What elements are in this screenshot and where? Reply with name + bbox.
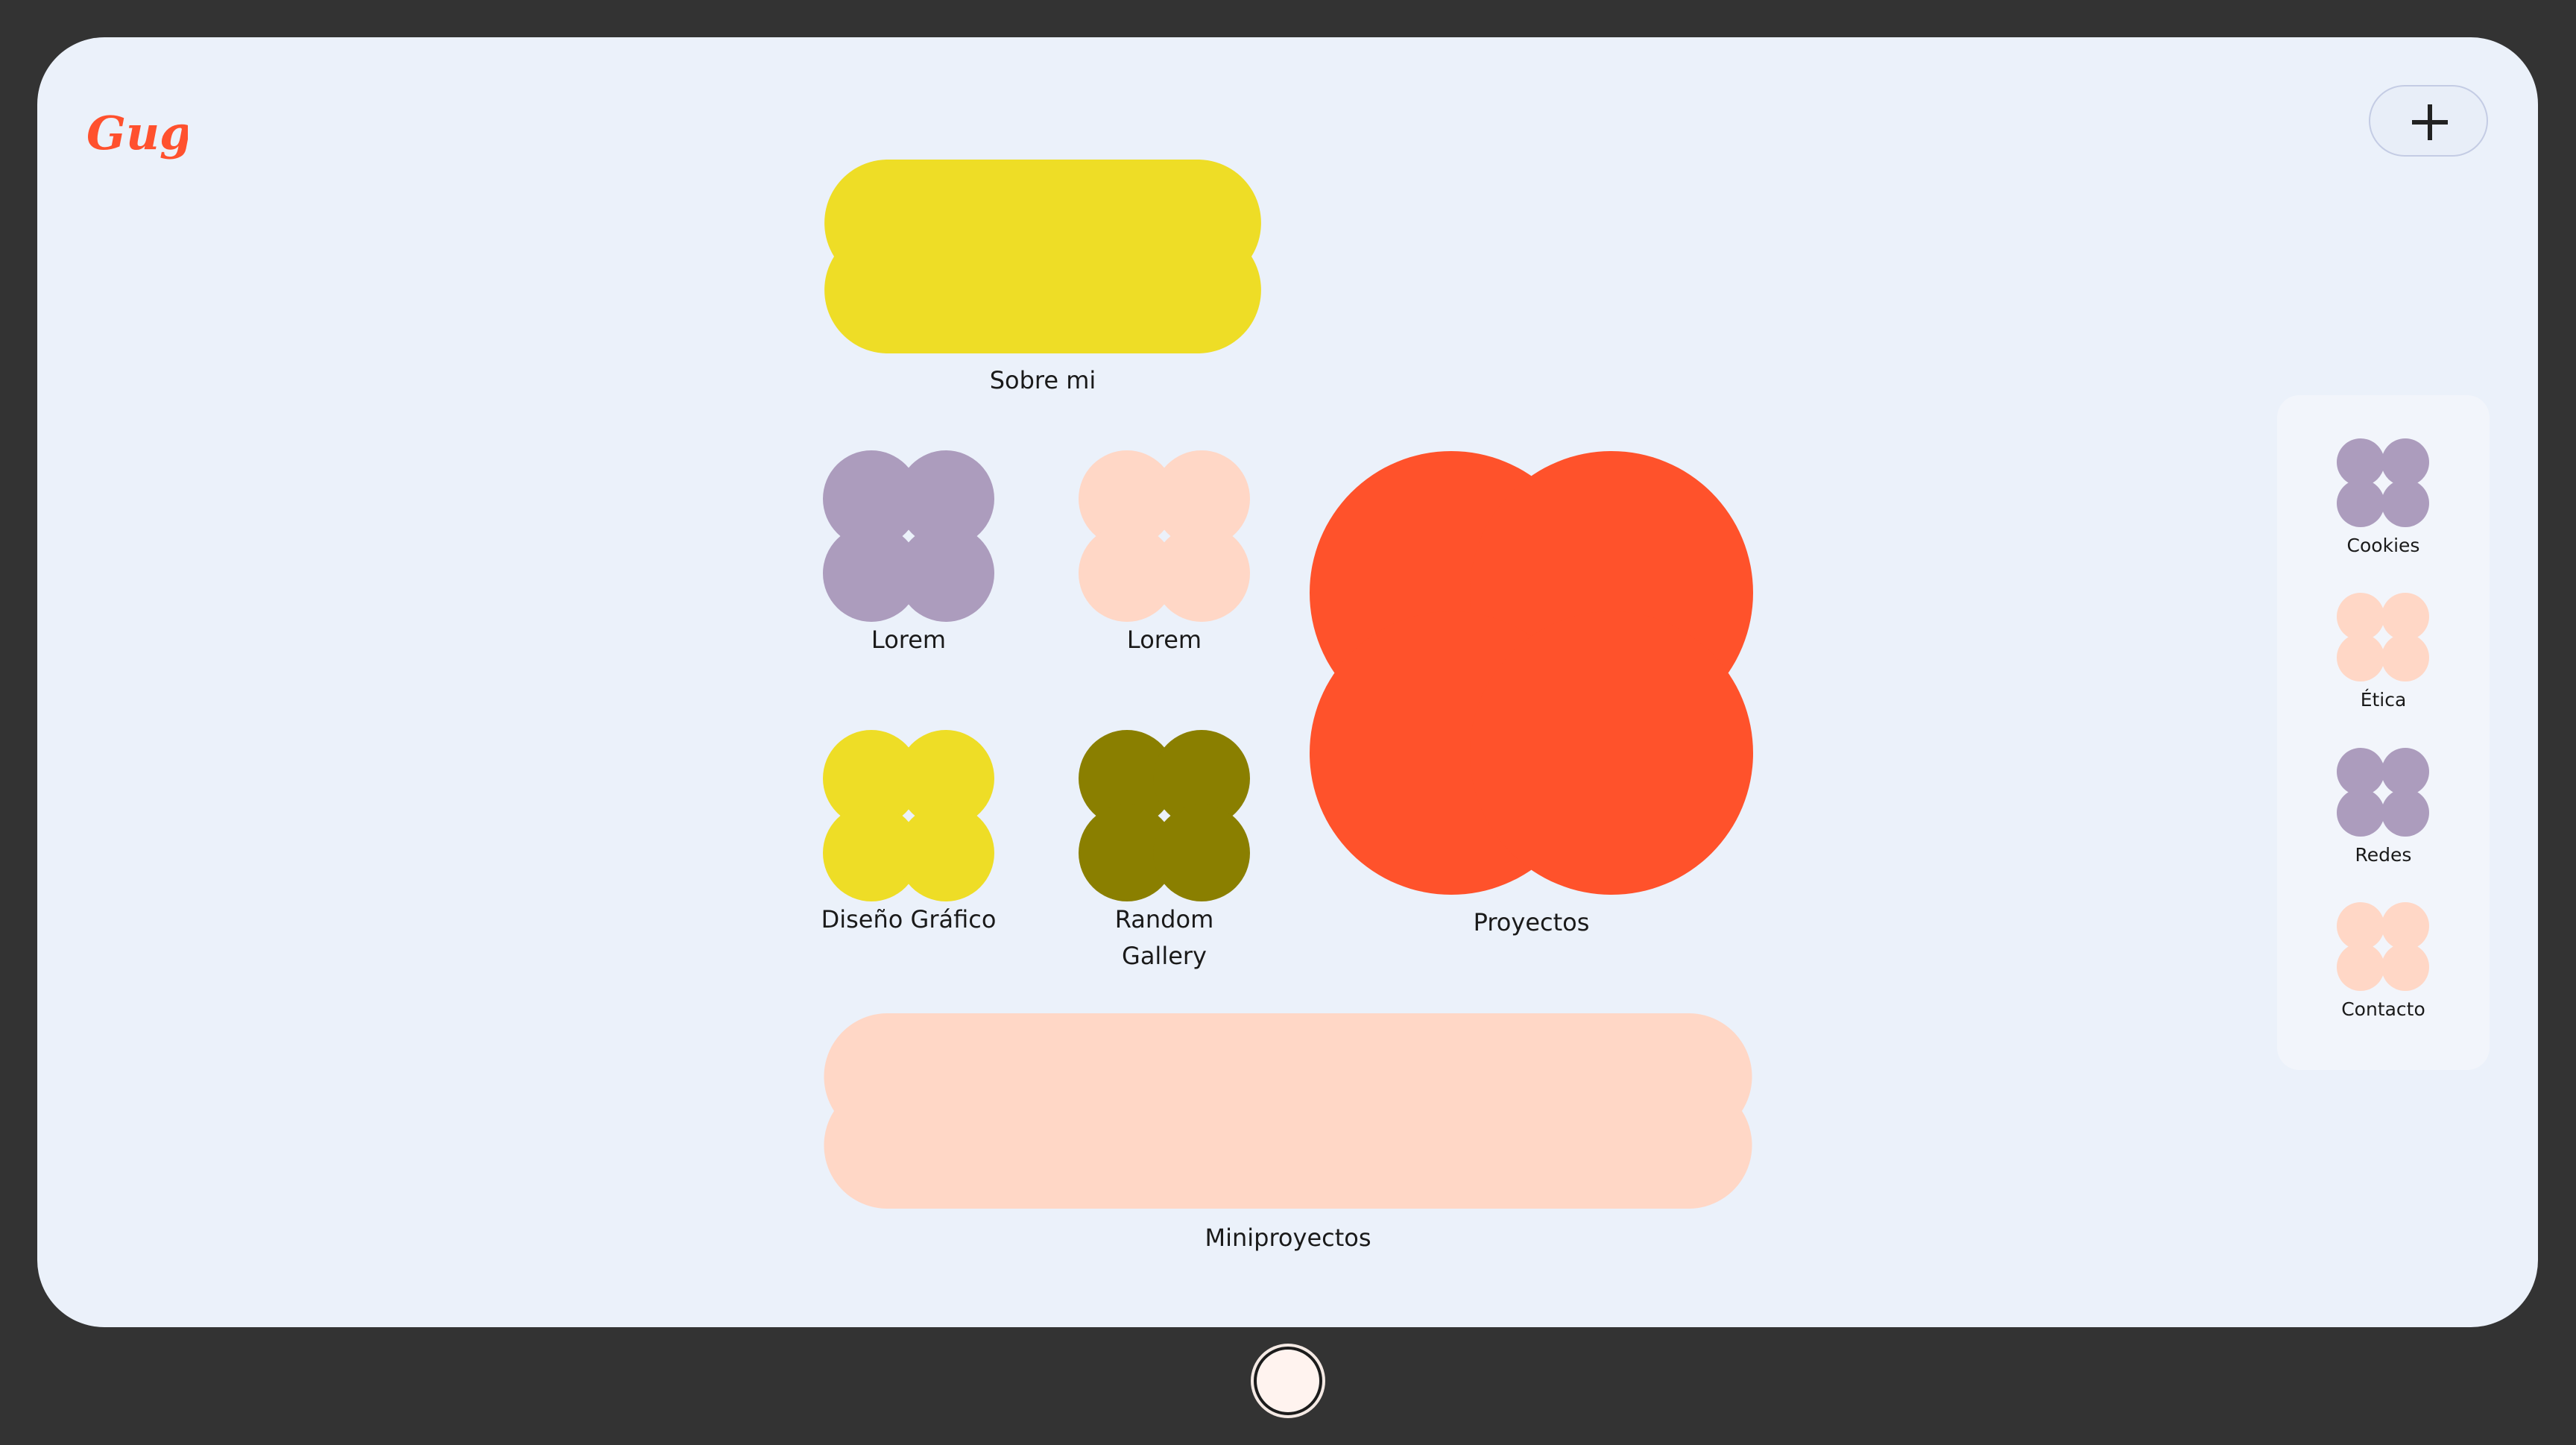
sidebar-item-redes[interactable]: Redes xyxy=(2277,746,2490,866)
tile-sobre-mi[interactable] xyxy=(823,160,1263,353)
add-button[interactable] xyxy=(2369,85,2488,157)
tile-diseno-grafico[interactable] xyxy=(823,730,994,901)
contacto-flower-icon xyxy=(2337,902,2429,991)
label-lorem-2: Lorem xyxy=(1126,626,1202,654)
plus-icon xyxy=(2412,104,2448,140)
cookies-flower-icon xyxy=(2337,438,2429,527)
sidebar-item-contacto[interactable]: Contacto xyxy=(2277,900,2490,1020)
sidebar-label-etica: Ética xyxy=(2360,689,2407,711)
tile-proyectos[interactable] xyxy=(1310,451,1753,895)
sidebar-label-redes: Redes xyxy=(2355,844,2412,866)
tile-lorem-1[interactable] xyxy=(823,450,994,622)
logo-text: Gugli xyxy=(86,106,188,160)
gugli-logo[interactable]: Gugli xyxy=(83,91,188,173)
label-diseno-grafico: Diseño Gráfico xyxy=(821,905,997,934)
sidebar-label-cookies: Cookies xyxy=(2346,535,2420,556)
label-lorem-1: Lorem xyxy=(871,626,947,654)
redes-flower-icon xyxy=(2337,748,2429,837)
random-gallery-flower-shape xyxy=(1079,730,1250,901)
proyectos-flower-shape xyxy=(1310,451,1753,895)
label-proyectos: Proyectos xyxy=(1473,908,1590,936)
lorem-1-flower-shape xyxy=(823,450,994,622)
home-button[interactable] xyxy=(1254,1347,1322,1415)
label-miniproyectos: Miniproyectos xyxy=(1205,1224,1371,1252)
sidebar-item-cookies[interactable]: Cookies xyxy=(2277,436,2490,556)
sidebar-item-etica[interactable]: Ética xyxy=(2277,591,2490,711)
etica-flower-icon xyxy=(2337,593,2429,681)
tile-random-gallery[interactable] xyxy=(1079,730,1250,901)
label-random-gallery-line2: Gallery xyxy=(1122,942,1207,970)
sobre-mi-shape xyxy=(824,160,1261,353)
label-random-gallery-line1: Random xyxy=(1114,905,1214,934)
tile-lorem-2[interactable] xyxy=(1079,450,1250,622)
label-sobre-mi: Sobre mi xyxy=(989,366,1096,394)
miniproyectos-shape xyxy=(824,1013,1752,1209)
lorem-2-flower-shape xyxy=(1079,450,1250,622)
tile-miniproyectos[interactable] xyxy=(823,1013,1753,1209)
sidebar-panel: Cookies Ética Redes Contacto xyxy=(2277,395,2490,1070)
sidebar-label-contacto: Contacto xyxy=(2341,998,2425,1020)
diseno-grafico-flower-shape xyxy=(823,730,994,901)
app-screen: Gugli Sobre mi Lorem Lorem xyxy=(37,37,2538,1327)
